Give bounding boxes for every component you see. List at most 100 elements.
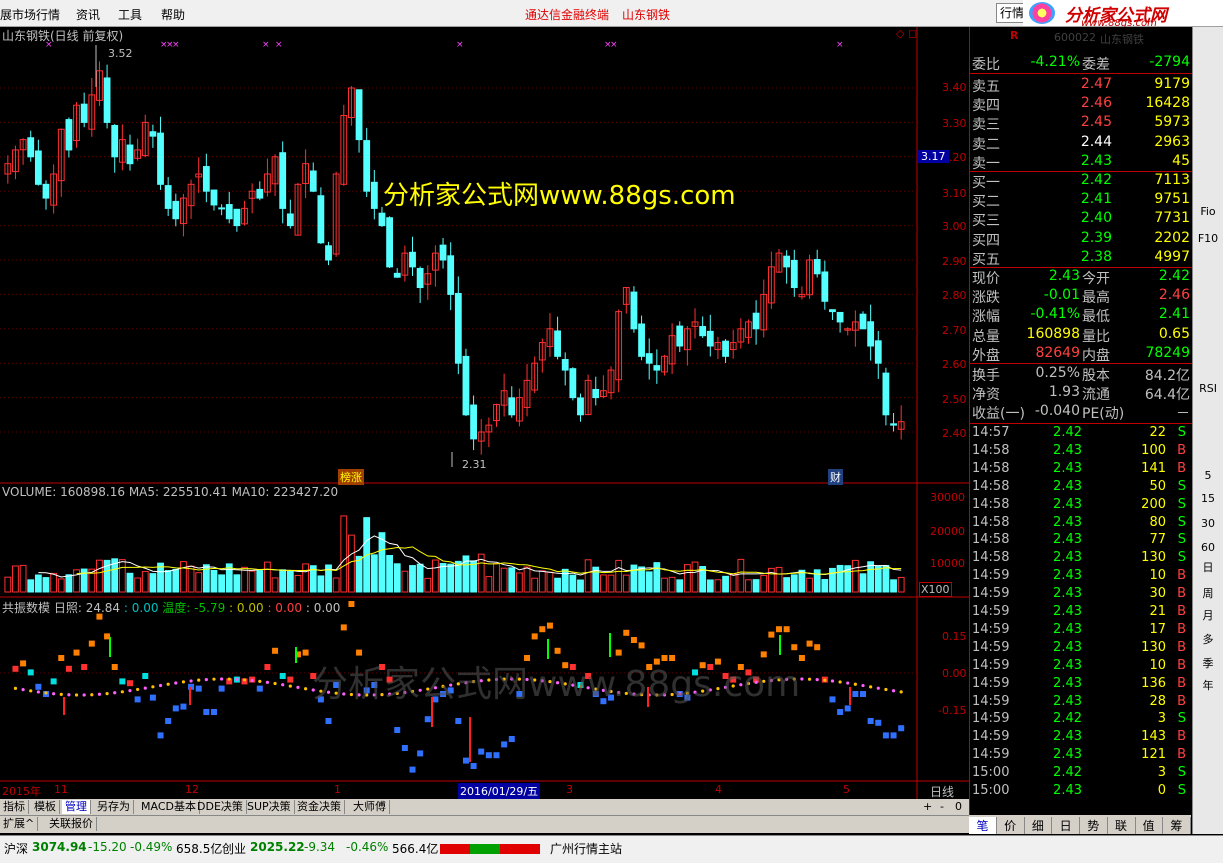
restore-icon[interactable]: ◻ [908,27,917,40]
reset-button[interactable]: 0 [952,800,965,814]
tick-volume: 3 [1157,711,1166,727]
tick-row: 14:59 2.43 10 B [970,568,1192,586]
event-label-top-gainer[interactable]: 榜涨 [338,469,364,485]
tab-fund[interactable]: 资金决策 [294,800,345,814]
volume-bar [401,570,409,593]
diamond-icon[interactable]: ◇ [896,27,904,40]
tick-side: S [1177,514,1186,530]
tab-related-quotes[interactable]: 关联报价 [46,817,97,831]
buy-level-row: 买二 2.41 9751 [970,191,1192,210]
price-tick: 3.40 [942,81,967,94]
indicator-dot [13,686,18,690]
toolbar-item[interactable]: 60 [1196,541,1220,554]
quote-value: 2.40 [1080,210,1112,227]
quote-tab[interactable]: 日 [1052,817,1081,834]
volume-bar [790,574,798,593]
tab-macd[interactable]: MACD基本 [138,800,200,814]
volume-bar [821,579,829,593]
toolbar-item[interactable]: 30 [1196,517,1220,530]
quote-tab[interactable]: 势 [1080,817,1108,834]
volume-tick: 20000 [930,525,965,538]
toolbar-item[interactable]: 5 [1196,469,1220,482]
server-station[interactable]: 广州行情主站 [550,840,622,857]
kline-chart[interactable]: × × × × × × × × × × 山东钢铁(日线 前复权) ◇ ◻ 3.40 3.30 3.… [0,27,969,799]
tick-time: 14:59 [972,639,1010,655]
menu-tools[interactable]: 工具 [118,6,142,23]
index-name-sh: 沪深 [4,842,29,856]
tab-dde[interactable]: DDE决策 [194,800,247,814]
quote-tab[interactable]: 价 [997,817,1025,834]
toolbar-item[interactable]: 日 [1196,559,1220,575]
toolbar-item[interactable]: 季 [1196,655,1220,671]
indicator-block [111,664,118,670]
tab-sup[interactable]: SUP决策 [244,800,295,814]
toolbar-item[interactable]: 15 [1196,492,1220,505]
volume-bar [897,576,905,593]
candle-body [279,152,287,209]
event-label-finance[interactable]: 财 [828,469,843,485]
indicator-block [829,696,836,703]
menu-help[interactable]: 帮助 [161,6,185,23]
indicator-block [27,669,34,676]
toolbar-item[interactable]: RSI [1196,382,1220,395]
quote-value: 2.47 [1080,76,1112,92]
tick-price: 2.43 [1053,783,1082,798]
menu-news[interactable]: 资讯 [76,6,100,23]
toolbar-item[interactable]: 周 [1196,585,1220,601]
tick-price: 2.43 [1053,442,1082,458]
index-value-cy: 2025.22 [250,840,305,854]
date-month: 3 [566,783,573,796]
tab-save-as[interactable]: 另存为 [94,800,134,814]
quote-tab[interactable]: 笔 [969,817,997,834]
toolbar-item[interactable]: 多 [1196,631,1220,647]
indicator-block [455,718,462,724]
quote-value: 64.4亿 [1144,387,1190,404]
tab-manage[interactable]: 管理 [62,800,91,814]
tick-side: B [1177,639,1186,655]
candle-body [42,183,50,199]
quote-tab[interactable]: 细 [1024,817,1053,834]
volume-bar [180,561,187,593]
quote-label: 外盘 [972,347,1000,364]
tab-expand[interactable]: 扩展^ [0,817,39,831]
indicator-block [325,718,332,724]
toolbar-item[interactable]: F10 [1196,232,1220,245]
indicator-name: 共振数模 [2,601,51,615]
menu-market[interactable]: 展市场行情 [0,6,60,23]
tick-price: 2.43 [1053,532,1082,548]
indicator-dot [899,690,903,694]
tick-row: 14:59 2.43 17 B [970,622,1192,640]
indicator-block [470,763,477,769]
indicator-dot [204,677,208,682]
tick-time: 14:57 [972,425,1010,440]
tab-indicator[interactable]: 指标 [0,800,29,814]
logo: 分析家公式网 www.88gs.com [1023,0,1223,29]
volume-bar [210,569,218,593]
tab-master[interactable]: 大师傅 [350,800,390,814]
volume-bar [584,559,592,593]
volume-bar [355,555,363,593]
quote-tab[interactable]: 值 [1135,817,1164,834]
candle-body [676,325,684,347]
period-label[interactable]: 日线 [930,783,954,800]
zoom-in-button[interactable]: + [920,800,935,814]
indicator-dot [869,685,873,689]
toolbar-item[interactable]: 月 [1196,607,1220,623]
quote-tab[interactable]: 联 [1108,817,1136,834]
tick-row: 14:57 2.42 22 S [970,425,1192,443]
toolbar-item[interactable]: Fio [1196,205,1220,218]
volume-bar [798,569,806,593]
tick-volume: 121 [1141,747,1166,763]
candle-body [103,77,111,123]
volume-bar [867,561,875,593]
tab-template[interactable]: 模板 [31,800,60,814]
zoom-out-button[interactable]: - [937,800,947,814]
volume-bar [424,577,432,593]
quote-value: 2.42 [1158,268,1190,284]
tick-row: 14:58 2.43 100 B [970,443,1192,461]
quote-tab[interactable]: 筹 [1163,817,1191,834]
tick-row: 14:59 2.43 121 B [970,747,1192,765]
indicator-block [623,629,630,636]
toolbar-item[interactable]: 年 [1196,677,1220,693]
stock-code: 600022 [1054,31,1096,44]
